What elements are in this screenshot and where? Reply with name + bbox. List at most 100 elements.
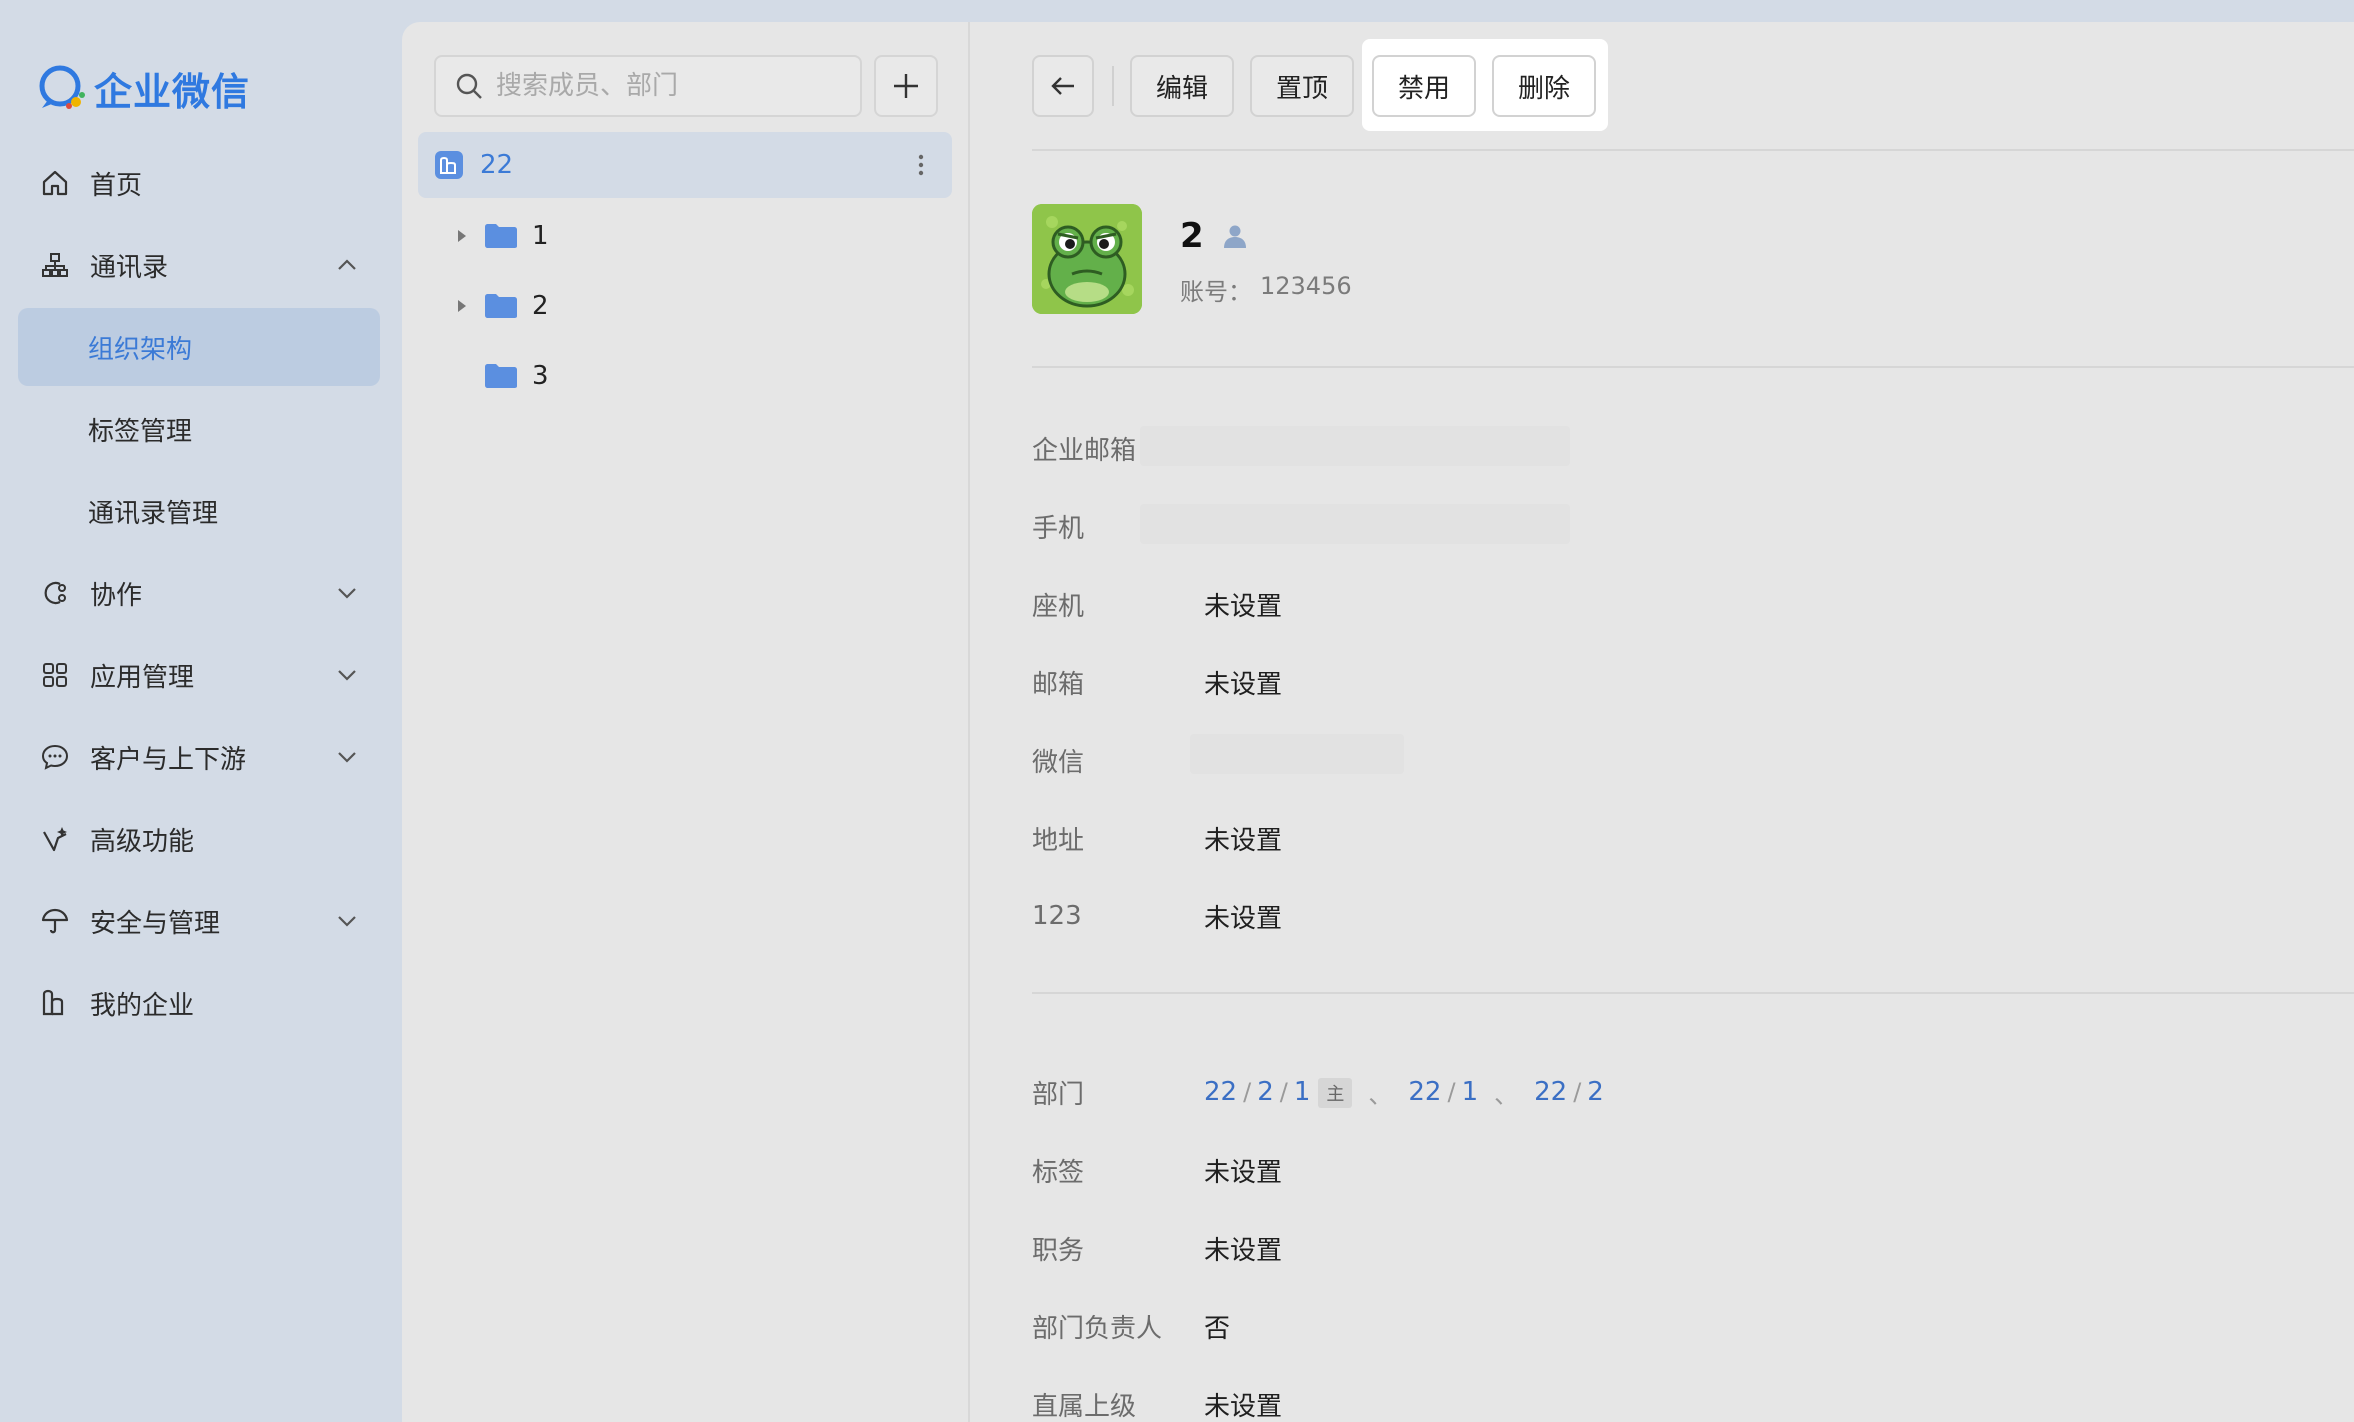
redacted-value xyxy=(1140,426,1570,466)
dept-path-part: 2 xyxy=(1587,1077,1604,1107)
nav-org-structure[interactable]: 组织架构 xyxy=(18,308,380,386)
field-value: 未设置 xyxy=(1204,669,1283,700)
nav-advanced-label: 高级功能 xyxy=(90,826,195,857)
apps-grid-icon xyxy=(38,658,72,692)
chevron-down-icon xyxy=(338,670,356,681)
search-input[interactable] xyxy=(496,71,836,101)
avatar[interactable] xyxy=(1032,204,1142,314)
dept-path-part: 2 xyxy=(1257,1076,1274,1107)
field-label: 地址 xyxy=(1032,825,1085,856)
disable-button[interactable]: 禁用 xyxy=(1372,55,1476,117)
nav-contacts-management[interactable]: 通讯录管理 xyxy=(18,472,380,550)
tree-root-label: 22 xyxy=(480,150,514,180)
member-name: 2 xyxy=(1180,216,1248,256)
nav-security-label: 安全与管理 xyxy=(90,908,221,939)
chevron-up-icon xyxy=(338,259,356,270)
tree-node-label: 3 xyxy=(532,361,549,391)
chevron-down-icon xyxy=(338,752,356,763)
nav-home[interactable]: 首页 xyxy=(18,144,380,222)
field-value: 未设置 xyxy=(1204,903,1283,934)
pin-top-button[interactable]: 置顶 xyxy=(1250,55,1354,117)
field-label: 座机 xyxy=(1032,591,1085,622)
nav-contacts[interactable]: 通讯录 xyxy=(18,226,380,304)
collab-icon xyxy=(38,576,72,610)
edit-button[interactable]: 编辑 xyxy=(1130,55,1234,117)
field-value: 未设置 xyxy=(1204,591,1283,622)
plus-icon xyxy=(894,74,918,98)
brand-logo[interactable]: 企业微信 xyxy=(36,62,250,114)
folder-icon xyxy=(485,294,517,318)
dept-path-part: 1 xyxy=(1461,1077,1479,1107)
sidebar: 企业微信 首页 通讯录 组织架构 标签管理 通讯录管理 协作 应用管理 客户与上… xyxy=(0,0,402,1422)
back-button[interactable] xyxy=(1032,55,1094,117)
dept-path-link[interactable]: 22/2/1 主 xyxy=(1204,1076,1353,1108)
folder-icon xyxy=(485,364,517,388)
search-icon xyxy=(456,73,482,99)
list-separator: 、 xyxy=(1494,1080,1519,1109)
nav-contacts-label: 通讯录 xyxy=(90,252,169,283)
nav-collab[interactable]: 协作 xyxy=(18,554,380,632)
more-vertical-icon[interactable] xyxy=(906,150,936,180)
caret-right-icon[interactable] xyxy=(454,298,470,314)
dept-path-part: 22 xyxy=(1408,1077,1442,1107)
path-separator: / xyxy=(1243,1077,1252,1106)
folder-icon xyxy=(485,224,517,248)
nav-apps-label: 应用管理 xyxy=(90,662,195,693)
dept-path-link[interactable]: 22/2 xyxy=(1534,1077,1604,1107)
org-tree-icon xyxy=(38,248,72,282)
company-icon xyxy=(435,151,463,179)
dept-path-link[interactable]: 22/1 xyxy=(1408,1077,1478,1107)
toolbar-separator xyxy=(1112,66,1114,106)
field-wechat: 微信 xyxy=(1032,740,1204,780)
main-dept-badge: 主 xyxy=(1318,1077,1353,1108)
dept-path-part: 22 xyxy=(1204,1076,1238,1107)
dept-path-part: 22 xyxy=(1534,1077,1568,1107)
chevron-down-icon xyxy=(338,916,356,927)
tree-root-department[interactable]: 22 xyxy=(418,132,952,198)
tree-node-dept-3[interactable]: 3 xyxy=(454,346,549,406)
nav-security[interactable]: 安全与管理 xyxy=(18,882,380,960)
path-separator: / xyxy=(1573,1078,1582,1106)
user-icon xyxy=(1223,225,1246,248)
redacted-value xyxy=(1190,734,1404,774)
delete-button[interactable]: 删除 xyxy=(1492,55,1596,117)
divider xyxy=(1032,149,2354,151)
field-label: 直属上级 xyxy=(1032,1391,1137,1422)
search-box[interactable] xyxy=(434,55,862,117)
nav-advanced[interactable]: 高级功能 xyxy=(18,800,380,878)
department-panel: 22 1 2 3 xyxy=(402,22,968,1422)
tree-node-label: 1 xyxy=(532,221,549,251)
nav-customers[interactable]: 客户与上下游 xyxy=(18,718,380,796)
field-direct-manager: 直属上级 未设置 xyxy=(1032,1384,1282,1422)
department-paths: 22/2/1 主 、 22/1 、 22/2 xyxy=(1204,1075,1604,1110)
divider xyxy=(1032,992,2354,994)
field-label: 标签 xyxy=(1032,1157,1085,1188)
nav-tag-management-label: 标签管理 xyxy=(88,416,193,447)
dept-path-part: 1 xyxy=(1293,1076,1311,1107)
brand-name: 企业微信 xyxy=(94,69,251,114)
nav-my-company[interactable]: 我的企业 xyxy=(18,964,380,1042)
add-button[interactable] xyxy=(874,55,938,117)
field-value: 未设置 xyxy=(1204,1391,1283,1422)
nav-apps[interactable]: 应用管理 xyxy=(18,636,380,714)
caret-right-icon[interactable] xyxy=(454,228,470,244)
field-address: 地址 未设置 xyxy=(1032,818,1282,858)
path-separator: / xyxy=(1279,1077,1288,1106)
field-tags: 标签 未设置 xyxy=(1032,1150,1282,1190)
sparkle-icon xyxy=(38,822,72,856)
member-account: 账号： 123456 xyxy=(1180,272,1352,307)
field-job-title: 职务 未设置 xyxy=(1032,1228,1282,1268)
nav-tag-management[interactable]: 标签管理 xyxy=(18,390,380,468)
field-label: 123 xyxy=(1032,901,1082,931)
nav-home-label: 首页 xyxy=(90,170,143,201)
tree-node-dept-1[interactable]: 1 xyxy=(454,206,549,266)
list-separator: 、 xyxy=(1368,1080,1393,1109)
wecom-logo-icon xyxy=(39,65,85,109)
frog-avatar-image xyxy=(1032,204,1142,314)
account-label: 账号： xyxy=(1180,278,1252,306)
field-dept-leader: 部门负责人 否 xyxy=(1032,1306,1230,1346)
divider xyxy=(1032,366,2354,368)
tree-node-dept-2[interactable]: 2 xyxy=(454,276,549,336)
field-value: 未设置 xyxy=(1204,825,1283,856)
nav-contacts-management-label: 通讯录管理 xyxy=(88,498,219,529)
